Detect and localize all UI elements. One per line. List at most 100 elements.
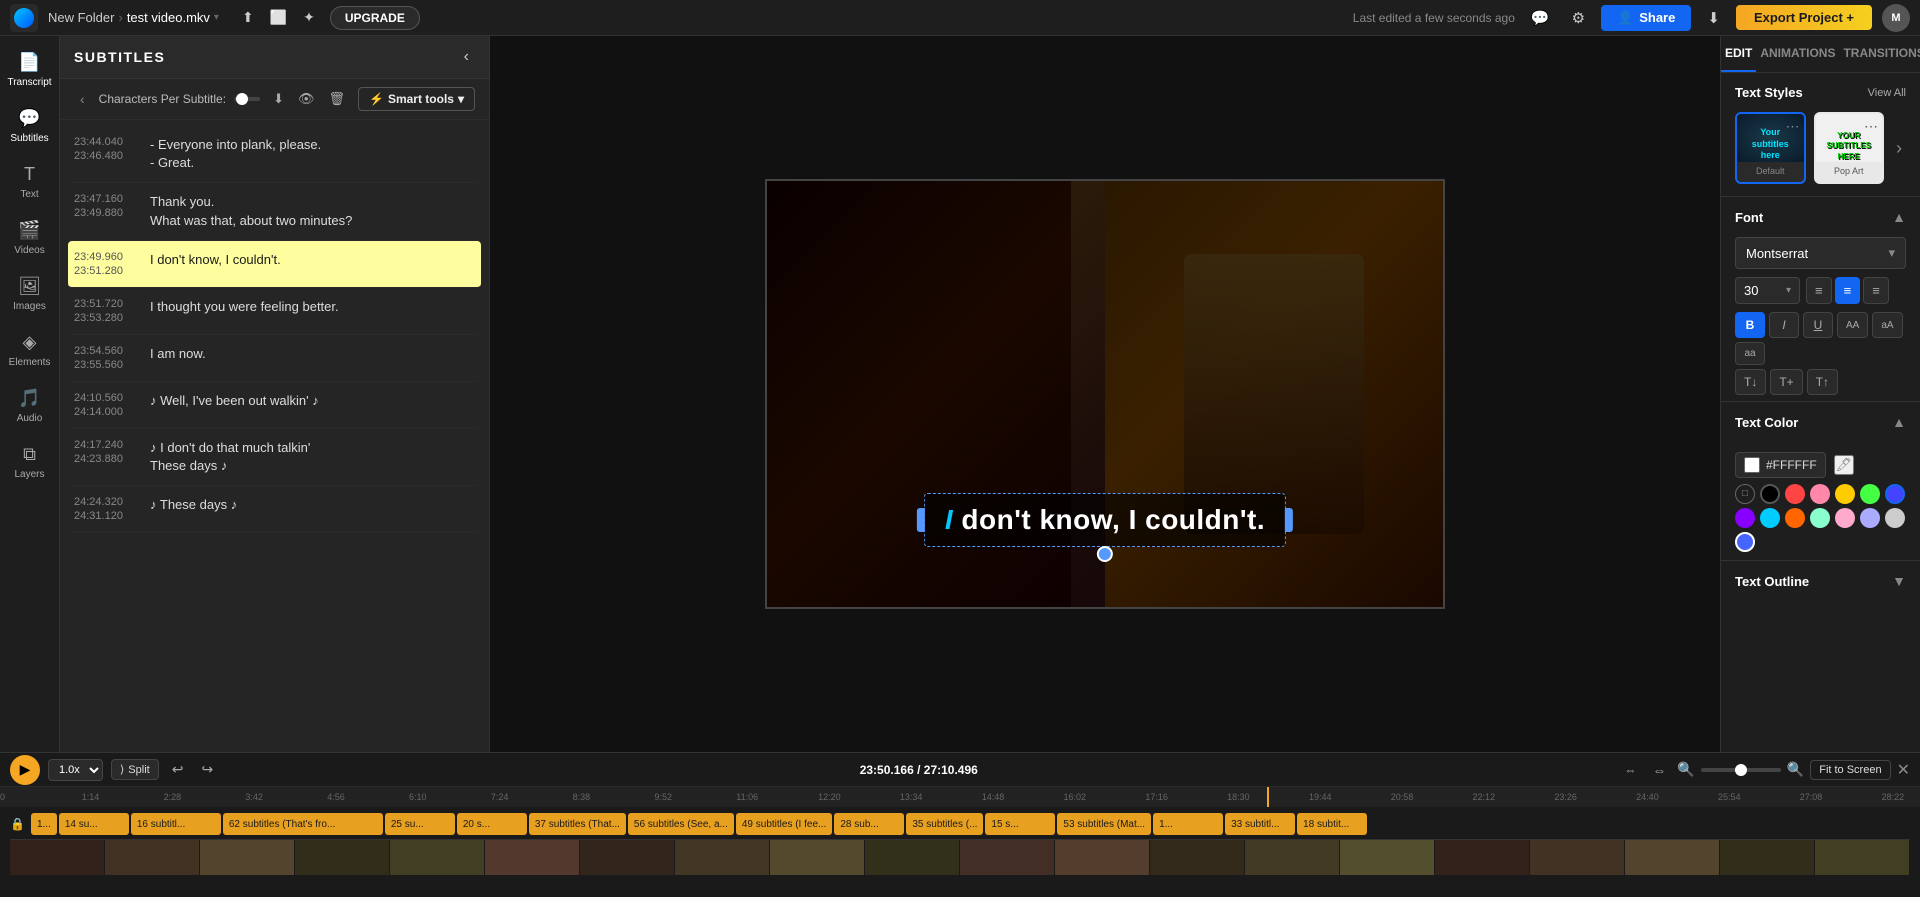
track-segment[interactable]: 18 subtit... (1297, 813, 1367, 835)
text-middle-button[interactable]: T+ (1770, 369, 1802, 395)
text-up-button[interactable]: T↑ (1807, 369, 1838, 395)
font-family-select[interactable]: Montserrat (1746, 246, 1888, 261)
color-option[interactable] (1810, 508, 1830, 528)
track-segment[interactable]: 33 subtitl... (1225, 813, 1295, 835)
subtitle-list-item[interactable]: 24:24.32024:31.120♪ These days ♪ (68, 486, 481, 533)
text-outline-toggle[interactable]: ▼ (1892, 573, 1906, 589)
track-segment[interactable]: 28 sub... (834, 813, 904, 835)
font-size-aa2-button[interactable]: aa (1735, 342, 1765, 365)
track-segment[interactable]: 16 subtitl... (131, 813, 221, 835)
subtitle-resize-left-handle[interactable] (917, 508, 925, 532)
sidebar-item-elements[interactable]: ◈ Elements (4, 324, 56, 376)
style-card-more-icon[interactable]: ⋯ (1786, 118, 1800, 135)
fit-button[interactable]: ⇔ (1647, 759, 1671, 781)
sidebar-item-subtitles[interactable]: 💬 Subtitles (4, 100, 56, 152)
color-option[interactable] (1785, 508, 1805, 528)
text-down-button[interactable]: T↓ (1735, 369, 1766, 395)
speed-select[interactable]: 1.0x (48, 759, 103, 781)
align-right-button[interactable]: ≡ (1863, 277, 1889, 304)
zoom-in-button[interactable]: 🔍 (1787, 761, 1804, 778)
track-segment[interactable]: 53 subtitles (Mat... (1057, 813, 1151, 835)
sidebar-item-audio[interactable]: 🎵 Audio (4, 380, 56, 432)
subtitle-list-item[interactable]: 23:44.04023:46.480- Everyone into plank,… (68, 126, 481, 183)
subtitle-list-item[interactable]: 23:49.96023:51.280I don't know, I couldn… (68, 241, 481, 288)
screen-icon[interactable]: ⬜ (265, 6, 292, 29)
view-all-link[interactable]: View All (1868, 87, 1906, 99)
smart-tools-button[interactable]: ⚡ Smart tools ▾ (358, 87, 475, 111)
share-button[interactable]: 👤 Share (1601, 5, 1691, 31)
chars-slider-thumb[interactable] (236, 93, 248, 105)
style-card-default[interactable]: ⋯ Yoursubtitleshere Default (1735, 112, 1806, 184)
subtitle-list-item[interactable]: 24:10.56024:14.000♪ Well, I've been out … (68, 382, 481, 429)
color-option[interactable] (1760, 508, 1780, 528)
color-hex-input[interactable]: #FFFFFF (1735, 452, 1826, 478)
magic-icon[interactable]: ✦ (298, 6, 320, 29)
tab-edit[interactable]: EDIT (1721, 36, 1756, 72)
text-color-toggle[interactable]: ▲ (1892, 414, 1906, 430)
color-option[interactable] (1835, 484, 1855, 504)
bold-button[interactable]: B (1735, 312, 1765, 338)
tab-animations[interactable]: ANIMATIONS (1756, 36, 1839, 72)
font-family-select-wrap[interactable]: Montserrat ▾ (1735, 237, 1906, 269)
hide-subtitles-button[interactable]: 👁 (293, 88, 320, 110)
style-card-popart-more-icon[interactable]: ⋯ (1864, 118, 1878, 135)
play-button[interactable]: ▶ (10, 755, 40, 785)
collapse-panel-button[interactable]: ‹ (458, 46, 475, 68)
timeline-cursor[interactable] (1267, 787, 1269, 807)
user-avatar[interactable]: M (1882, 4, 1910, 32)
subtitle-list-item[interactable]: 23:51.72023:53.280I thought you were fee… (68, 288, 481, 335)
color-option[interactable] (1810, 484, 1830, 504)
sidebar-item-layers[interactable]: ⧉ Layers (4, 436, 56, 488)
close-timeline-button[interactable]: ✕ (1897, 760, 1910, 780)
upgrade-button[interactable]: UPGRADE (330, 6, 420, 30)
color-option[interactable] (1785, 484, 1805, 504)
italic-button[interactable]: I (1769, 312, 1799, 338)
sidebar-item-images[interactable]: 🖼 Images (4, 268, 56, 320)
font-size-aa-button[interactable]: AA (1837, 312, 1868, 338)
chars-slider[interactable] (234, 97, 260, 101)
color-option[interactable] (1735, 508, 1755, 528)
project-folder-name[interactable]: New Folder (48, 10, 114, 25)
subtitle-list-item[interactable]: 24:17.24024:23.880♪ I don't do that much… (68, 429, 481, 486)
subtitle-resize-right-handle[interactable] (1285, 508, 1293, 532)
chars-nav-back-button[interactable]: ‹ (74, 89, 91, 109)
track-segment[interactable]: 56 subtitles (See, a... (628, 813, 734, 835)
split-icon2[interactable]: ⇔ (1619, 760, 1641, 780)
color-picker-button[interactable]: 🖊 (1834, 455, 1855, 475)
zoom-slider[interactable] (1701, 768, 1781, 772)
font-size-aA-button[interactable]: aA (1872, 312, 1902, 338)
zoom-out-button[interactable]: 🔍 (1677, 761, 1694, 778)
subtitle-drag-handle[interactable] (1097, 546, 1113, 562)
delete-subtitle-button[interactable]: 🗑 (323, 88, 350, 110)
zoom-thumb[interactable] (1735, 764, 1747, 776)
filename-chevron-icon[interactable]: ▾ (214, 12, 219, 23)
color-option[interactable] (1885, 508, 1905, 528)
align-left-button[interactable]: ≡ (1806, 277, 1832, 304)
track-segment[interactable]: 1... (31, 813, 57, 835)
subtitle-list-item[interactable]: 23:47.16023:49.880Thank you. What was th… (68, 183, 481, 240)
styles-next-button[interactable]: › (1892, 134, 1906, 163)
color-option[interactable] (1885, 484, 1905, 504)
undo-button[interactable]: ↩ (167, 758, 189, 781)
color-option[interactable]: □ (1735, 484, 1755, 504)
tab-transitions[interactable]: TRANSITIONS (1839, 36, 1920, 72)
track-segment[interactable]: 49 subtitles (I fee... (736, 813, 833, 835)
download-icon[interactable]: ⬇ (1701, 6, 1726, 30)
color-option[interactable] (1860, 484, 1880, 504)
export-button[interactable]: Export Project + (1736, 5, 1872, 30)
fit-screen-button[interactable]: Fit to Screen (1810, 760, 1890, 780)
color-option[interactable] (1860, 508, 1880, 528)
settings-icon[interactable]: ⚙ (1566, 6, 1591, 30)
track-lock-button[interactable]: 🔒 (10, 817, 25, 831)
video-subtitle-box[interactable]: I don't know, I couldn't. (924, 493, 1286, 547)
color-option-selected[interactable] (1735, 532, 1755, 552)
track-segment[interactable]: 14 su... (59, 813, 129, 835)
style-card-popart[interactable]: ⋯ YOURSUBTITLESHERE Pop Art (1814, 112, 1885, 184)
align-center-button[interactable]: ≡ (1835, 277, 1861, 304)
color-option[interactable] (1760, 484, 1780, 504)
font-size-select-wrap[interactable]: 30 ▾ (1735, 277, 1800, 304)
sidebar-item-transcript[interactable]: 📄 Transcript (4, 44, 56, 96)
upload-icon[interactable]: ⬆ (237, 6, 259, 29)
track-segment[interactable]: 20 s... (457, 813, 527, 835)
subtitle-list-item[interactable]: 23:54.56023:55.560I am now. (68, 335, 481, 382)
